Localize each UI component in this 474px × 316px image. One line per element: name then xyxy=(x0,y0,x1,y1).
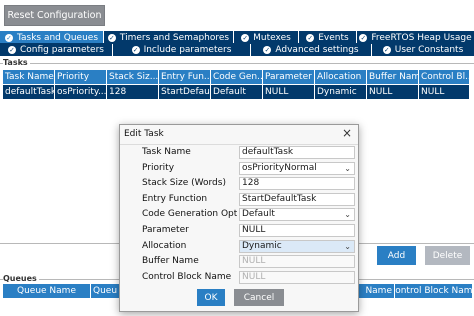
select-value: Dynamic xyxy=(242,240,282,251)
check-circle-icon: ✓ xyxy=(241,33,250,42)
tab-label: Advanced settings xyxy=(275,44,359,55)
form-row-control-block-name: Control Block Name NULL xyxy=(120,270,358,286)
check-circle-icon: ✓ xyxy=(382,45,391,54)
check-circle-icon: ✓ xyxy=(107,33,116,42)
form-row-task-name: Task Name defaultTask xyxy=(120,145,358,161)
control-block-name-field[interactable]: NULL xyxy=(239,270,355,284)
chevron-down-icon[interactable]: ⌄ xyxy=(344,163,351,174)
cell-code-generation: Default xyxy=(211,85,262,99)
col-header-buffer-name[interactable]: Buffer Name xyxy=(367,70,418,84)
stack-size-field[interactable]: 128 xyxy=(239,177,355,191)
cell-task-name: defaultTask xyxy=(3,85,54,99)
tab-label: User Constants xyxy=(394,44,464,55)
field-label: Stack Size (Words) xyxy=(142,178,226,189)
table-row[interactable]: defaultTask osPriority... 128 StartDefau… xyxy=(3,85,469,99)
cell-allocation: Dynamic xyxy=(315,85,366,99)
check-circle-icon: ✓ xyxy=(306,33,315,42)
form-row-buffer-name: Buffer Name NULL xyxy=(120,254,358,270)
priority-select[interactable]: osPriorityNormal ⌄ xyxy=(239,161,355,175)
form-row-parameter: Parameter NULL xyxy=(120,223,358,239)
tasks-group-border xyxy=(0,63,474,64)
tab-label: Tasks and Queues xyxy=(16,32,99,43)
cell-control-block: NULL xyxy=(419,85,469,99)
col-header-control-block[interactable]: Control Bl... xyxy=(419,70,469,84)
queues-section-label: Queues xyxy=(3,274,39,283)
col-header-task-name[interactable]: Task Name xyxy=(3,70,54,84)
check-circle-icon: ✓ xyxy=(8,45,17,54)
col-header-entry-function[interactable]: Entry Fun... xyxy=(159,70,210,84)
col-header-code-generation[interactable]: Code Gen... xyxy=(211,70,262,84)
field-label: Control Block Name xyxy=(142,271,232,282)
check-circle-icon: ✓ xyxy=(359,33,368,42)
form-row-stack-size: Stack Size (Words) 128 xyxy=(120,176,358,192)
tab-user-constants[interactable]: ✓ User Constants xyxy=(372,43,474,56)
dialog-title: Edit Task xyxy=(124,129,164,139)
task-form: Task Name defaultTask Priority osPriorit… xyxy=(120,145,358,285)
field-label: Priority xyxy=(142,162,175,173)
task-name-field[interactable]: defaultTask xyxy=(239,146,355,159)
cell-entry-function: StartDefau... xyxy=(159,85,210,99)
check-circle-icon: ✓ xyxy=(4,33,13,42)
cell-parameter: NULL xyxy=(263,85,314,99)
tasks-section-label: Tasks xyxy=(3,58,30,67)
form-row-allocation: Allocation Dynamic ⌄ xyxy=(120,239,358,255)
edit-task-dialog: Edit Task × Task Name defaultTask Priori… xyxy=(119,124,359,312)
tab-advanced-settings[interactable]: ✓ Advanced settings xyxy=(251,43,371,56)
tabs-row-2: ✓ Config parameters ✓ Include parameters… xyxy=(0,43,474,56)
select-value: osPriorityNormal xyxy=(242,162,317,173)
cell-buffer-name: NULL xyxy=(367,85,418,99)
cell-stack-size: 128 xyxy=(107,85,158,99)
code-generation-select[interactable]: Default ⌄ xyxy=(239,208,355,222)
close-icon[interactable]: × xyxy=(342,126,352,140)
col-header-control-block-name[interactable]: Control Block Name xyxy=(395,284,472,298)
chevron-down-icon[interactable]: ⌄ xyxy=(344,241,351,252)
queues-table-header-right: Name Control Block Name xyxy=(356,284,472,298)
allocation-select[interactable]: Dynamic ⌄ xyxy=(239,239,355,253)
field-label: Allocation xyxy=(142,240,187,251)
tab-label: Mutexes xyxy=(253,32,291,43)
check-circle-icon: ✓ xyxy=(263,45,272,54)
col-header-priority[interactable]: Priority xyxy=(55,70,106,84)
tab-label: Config parameters xyxy=(20,44,104,55)
form-row-entry-function: Entry Function StartDefaultTask xyxy=(120,192,358,208)
tab-label: Events xyxy=(318,32,349,43)
cell-priority: osPriority... xyxy=(55,85,106,99)
tab-label: Include parameters xyxy=(143,44,232,55)
col-header-queue-name[interactable]: Queue Name xyxy=(3,284,90,298)
chevron-down-icon[interactable]: ⌄ xyxy=(344,209,351,220)
tab-label: Timers and Semaphores xyxy=(119,32,230,43)
select-value: Default xyxy=(242,209,275,220)
queues-table-header-left: Queue Name Queu xyxy=(3,284,131,298)
tab-include-parameters[interactable]: ✓ Include parameters xyxy=(113,43,250,56)
field-label: Entry Function xyxy=(142,193,208,204)
add-task-button[interactable]: Add xyxy=(377,246,416,265)
cancel-button[interactable]: Cancel xyxy=(234,289,284,306)
tab-label: FreeRTOS Heap Usage xyxy=(371,32,472,43)
reset-configuration-button[interactable]: Reset Configuration xyxy=(4,5,105,26)
col-header-parameter[interactable]: Parameter xyxy=(263,70,314,84)
ok-button[interactable]: OK xyxy=(197,289,225,306)
field-label: Code Generation Option xyxy=(142,209,237,220)
tasks-table-header: Task Name Priority Stack Siz... Entry Fu… xyxy=(3,70,469,84)
field-label: Parameter xyxy=(142,224,189,235)
col-header-stack-size[interactable]: Stack Siz... xyxy=(107,70,158,84)
form-row-code-generation: Code Generation Option Default ⌄ xyxy=(120,207,358,223)
col-header-allocation[interactable]: Allocation xyxy=(315,70,366,84)
delete-task-button[interactable]: Delete xyxy=(425,246,470,265)
field-label: Task Name xyxy=(142,147,191,157)
tab-config-parameters[interactable]: ✓ Config parameters xyxy=(0,43,112,56)
col-header-buffer-name[interactable]: Name xyxy=(356,284,394,298)
parameter-field[interactable]: NULL xyxy=(239,223,355,237)
buffer-name-field[interactable]: NULL xyxy=(239,255,355,269)
form-row-priority: Priority osPriorityNormal ⌄ xyxy=(120,161,358,177)
entry-function-field[interactable]: StartDefaultTask xyxy=(239,192,355,206)
check-circle-icon: ✓ xyxy=(131,45,140,54)
field-label: Buffer Name xyxy=(142,256,199,267)
